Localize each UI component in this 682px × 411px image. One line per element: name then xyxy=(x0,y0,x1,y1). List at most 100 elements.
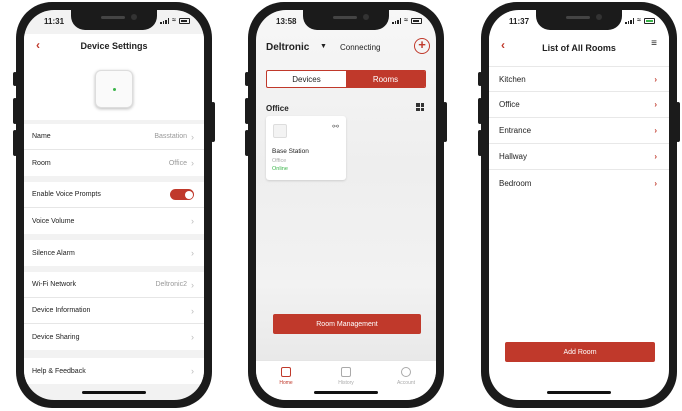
phone-room-list: 11:37 ≈ ‹ List of All Rooms ≡ Kitchen › O… xyxy=(478,2,680,408)
page-header: ‹ Device Settings xyxy=(24,34,204,58)
device-room: Office xyxy=(272,158,287,164)
side-button xyxy=(13,72,17,86)
nav-history[interactable]: History xyxy=(316,361,376,400)
page-title: Device Settings xyxy=(80,41,148,51)
setting-label: Device Information xyxy=(32,307,91,314)
share-icon[interactable]: ⚯ xyxy=(332,122,339,131)
room-list: Kitchen › Office › Entrance › Hallway › Bedr… xyxy=(489,66,669,196)
setting-row-device-sharing[interactable]: Device Sharing › xyxy=(24,324,204,350)
setting-label: Silence Alarm xyxy=(32,249,75,257)
phone-device-settings: 11:31 ≈ ‹ Device Settings Name Basstation… xyxy=(13,2,215,408)
phone-rooms: 13:58 ≈ Deltronic ▼ Connecting + Devices… xyxy=(245,2,447,408)
setting-label: Voice Volume xyxy=(32,217,75,225)
wifi-icon: ≈ xyxy=(404,17,408,24)
nav-home[interactable]: Home xyxy=(256,361,316,400)
status-time: 13:58 xyxy=(276,17,297,26)
base-station-icon xyxy=(273,124,287,138)
side-button xyxy=(478,130,482,156)
battery-icon xyxy=(644,17,655,24)
room-item-office[interactable]: Office › xyxy=(489,92,669,118)
app-header: Deltronic ▼ Connecting + xyxy=(256,38,436,60)
room-item-bedroom[interactable]: Bedroom › xyxy=(489,170,669,196)
nav-account[interactable]: Account xyxy=(376,361,436,400)
tab-rooms[interactable]: Rooms xyxy=(346,71,425,87)
home-selector[interactable]: Deltronic xyxy=(266,42,309,53)
account-icon xyxy=(401,367,411,377)
setting-row-silence-alarm[interactable]: Silence Alarm › xyxy=(24,240,204,266)
side-button xyxy=(13,130,17,156)
home-indicator xyxy=(82,391,146,394)
side-button xyxy=(245,72,249,86)
setting-label: Enable Voice Prompts xyxy=(32,191,101,198)
room-heading: Office xyxy=(266,104,289,113)
status-time: 11:37 xyxy=(509,17,530,26)
voice-prompts-toggle[interactable] xyxy=(170,189,194,200)
sort-icon[interactable]: ≡ xyxy=(651,38,657,49)
chevron-right-icon: › xyxy=(191,279,194,290)
back-icon[interactable]: ‹ xyxy=(501,38,505,52)
setting-row-room[interactable]: Room Office › xyxy=(24,150,204,176)
room-label: Kitchen xyxy=(499,74,526,84)
setting-row-help[interactable]: Help & Feedback › xyxy=(24,358,204,384)
wifi-icon: ≈ xyxy=(172,17,176,24)
grid-view-icon[interactable] xyxy=(416,103,424,111)
chevron-right-icon: › xyxy=(654,100,657,109)
setting-label: Help & Feedback xyxy=(32,367,86,375)
room-management-button[interactable]: Room Management xyxy=(273,314,421,334)
settings-group: Wi-Fi Network Deltronic2 › Device Informat… xyxy=(24,272,204,350)
setting-row-device-info[interactable]: Device Information › xyxy=(24,298,204,324)
nav-label: Account xyxy=(396,380,416,386)
tab-devices[interactable]: Devices xyxy=(267,71,346,87)
connection-status: Connecting xyxy=(340,43,381,52)
setting-label: Room xyxy=(32,159,51,167)
chevron-right-icon: › xyxy=(191,216,194,226)
room-label: Office xyxy=(499,100,520,109)
setting-row-wifi[interactable]: Wi-Fi Network Deltronic2 › xyxy=(24,272,204,298)
status-bar: 11:31 ≈ xyxy=(24,10,204,32)
setting-row-voice-volume[interactable]: Voice Volume › xyxy=(24,208,204,234)
screen: 11:37 ≈ ‹ List of All Rooms ≡ Kitchen › O… xyxy=(489,10,669,400)
setting-value: Deltronic2 xyxy=(155,281,187,288)
chevron-right-icon: › xyxy=(191,305,194,316)
setting-value: Basstation xyxy=(154,133,187,140)
setting-row-name[interactable]: Name Basstation › xyxy=(24,124,204,150)
room-item-hallway[interactable]: Hallway › xyxy=(489,144,669,170)
room-label: Entrance xyxy=(499,126,532,135)
bottom-nav: Home History Account xyxy=(256,360,436,400)
settings-group: Silence Alarm › xyxy=(24,240,204,266)
setting-row-voice-prompts: Enable Voice Prompts xyxy=(24,182,204,208)
home-indicator xyxy=(547,391,611,394)
room-label: Hallway xyxy=(499,152,528,161)
side-button xyxy=(211,102,215,142)
side-button xyxy=(245,98,249,124)
setting-label: Device Sharing xyxy=(32,333,80,341)
device-image xyxy=(24,58,204,120)
add-room-button[interactable]: Add Room xyxy=(505,342,655,362)
page-title: List of All Rooms xyxy=(542,43,616,53)
wifi-icon: ≈ xyxy=(637,17,641,24)
chevron-right-icon: › xyxy=(654,126,657,135)
history-icon xyxy=(341,367,351,377)
room-item-kitchen[interactable]: Kitchen › xyxy=(489,66,669,92)
settings-group: Help & Feedback › xyxy=(24,358,204,384)
chevron-right-icon: › xyxy=(191,332,194,342)
side-button xyxy=(443,102,447,142)
back-icon[interactable]: ‹ xyxy=(36,38,40,52)
device-card[interactable]: ⚯ Base Station Office Online xyxy=(266,116,346,180)
nav-label: History xyxy=(338,380,354,386)
setting-label: Wi-Fi Network xyxy=(32,281,76,288)
dropdown-icon[interactable]: ▼ xyxy=(320,43,327,50)
side-button xyxy=(13,98,17,124)
side-button xyxy=(245,130,249,156)
chevron-right-icon: › xyxy=(654,74,657,84)
chevron-right-icon: › xyxy=(191,366,194,376)
add-icon[interactable]: + xyxy=(414,38,430,54)
room-item-entrance[interactable]: Entrance › xyxy=(489,118,669,144)
device-status: Online xyxy=(272,166,288,172)
base-station-icon xyxy=(95,70,133,108)
chevron-right-icon: › xyxy=(191,158,194,168)
room-label: Bedroom xyxy=(499,178,532,188)
setting-value: Office xyxy=(168,159,187,167)
status-time: 11:31 xyxy=(44,17,65,26)
chevron-right-icon: › xyxy=(191,248,194,258)
